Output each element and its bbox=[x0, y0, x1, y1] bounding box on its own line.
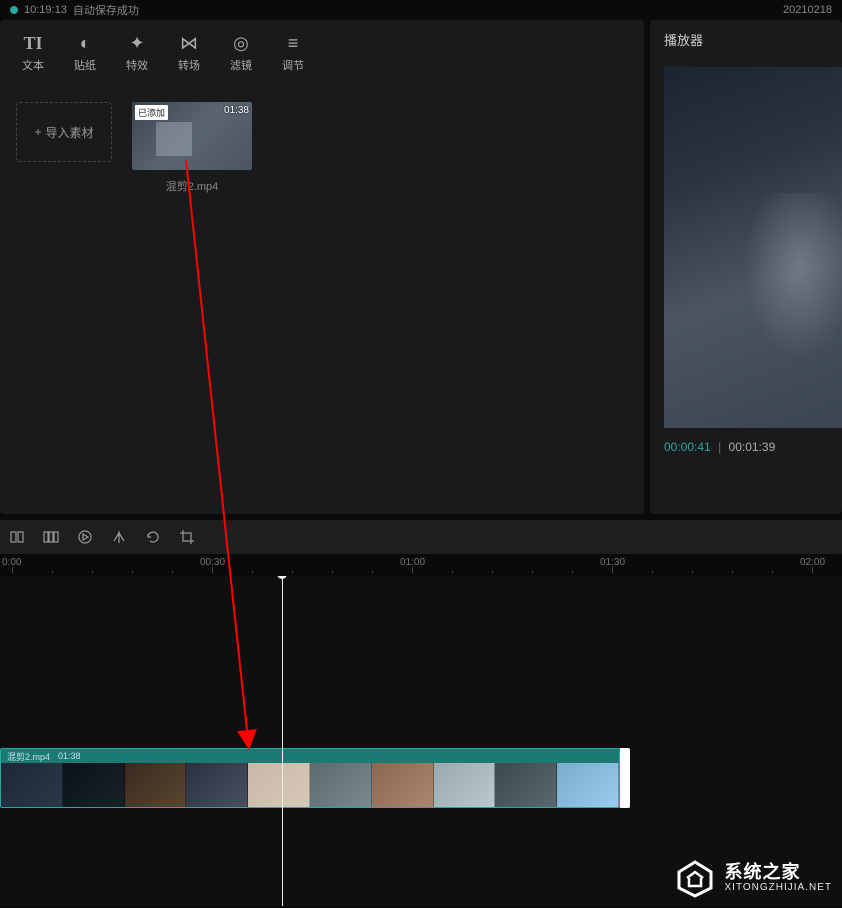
player-title: 播放器 bbox=[650, 20, 842, 59]
crop-tool-icon[interactable] bbox=[178, 528, 196, 546]
import-media-button[interactable]: + 导入素材 bbox=[16, 102, 112, 162]
added-badge: 已添加 bbox=[135, 105, 168, 120]
watermark-sub: XITONGZHIJIA.NET bbox=[725, 882, 833, 893]
tab-label: 转场 bbox=[178, 57, 200, 73]
tab-text[interactable]: TI 文本 bbox=[8, 30, 58, 76]
player-viewport[interactable] bbox=[664, 67, 842, 428]
tab-effect[interactable]: ✦ 特效 bbox=[112, 30, 162, 76]
tab-filter[interactable]: ◎ 滤镜 bbox=[216, 30, 266, 76]
clip-name: 混剪2.mp4 bbox=[7, 750, 50, 763]
timeline-ruler[interactable]: 0:00 00:30 01:00 01:30 02:00 bbox=[0, 554, 842, 576]
split-tool-icon[interactable] bbox=[8, 528, 26, 546]
autosave-indicator-icon bbox=[10, 6, 18, 14]
watermark-logo-icon bbox=[673, 858, 717, 898]
watermark: 系统之家 XITONGZHIJIA.NET bbox=[673, 858, 833, 898]
status-message: 自动保存成功 bbox=[73, 2, 139, 18]
effect-icon: ✦ bbox=[129, 33, 144, 53]
plus-icon: + bbox=[34, 125, 41, 139]
media-filename: 混剪2.mp4 bbox=[166, 178, 219, 194]
clip-header: 混剪2.mp4 01:38 bbox=[1, 749, 619, 763]
total-time: 00:01:39 bbox=[729, 440, 776, 454]
watermark-main: 系统之家 bbox=[725, 863, 833, 883]
status-bar: 10:19:13 自动保存成功 20210218 bbox=[0, 0, 842, 20]
tab-transition[interactable]: ⋈ 转场 bbox=[164, 30, 214, 76]
status-date: 20210218 bbox=[783, 4, 832, 16]
adjust-icon: ≡ bbox=[288, 33, 299, 53]
filter-icon: ◎ bbox=[233, 33, 249, 53]
playhead[interactable] bbox=[282, 576, 283, 906]
clip-duration: 01:38 bbox=[58, 751, 81, 761]
sticker-icon: ◐ bbox=[80, 33, 91, 53]
media-item[interactable]: 已添加 01:38 混剪2.mp4 bbox=[132, 102, 252, 194]
playhead-handle-icon[interactable] bbox=[277, 576, 287, 579]
media-thumbnail: 已添加 01:38 bbox=[132, 102, 252, 170]
tab-sticker[interactable]: ◐ 贴纸 bbox=[60, 30, 110, 76]
timeline-toolbar bbox=[0, 520, 842, 554]
tab-label: 贴纸 bbox=[74, 57, 96, 73]
status-time: 10:19:13 bbox=[24, 4, 67, 16]
clip-end-marker bbox=[620, 748, 630, 808]
player-timecode: 00:00:41 | 00:01:39 bbox=[650, 428, 842, 514]
rotate-tool-icon[interactable] bbox=[144, 528, 162, 546]
video-clip[interactable]: 混剪2.mp4 01:38 bbox=[0, 748, 620, 808]
tab-label: 特效 bbox=[126, 57, 148, 73]
text-icon: TI bbox=[23, 33, 42, 53]
media-panel: TI 文本 ◐ 贴纸 ✦ 特效 ⋈ 转场 ◎ 滤镜 ≡ 调节 bbox=[0, 20, 644, 514]
player-panel: 播放器 00:00:41 | 00:01:39 bbox=[650, 20, 842, 514]
media-duration: 01:38 bbox=[224, 105, 249, 116]
tab-label: 文本 bbox=[22, 57, 44, 73]
import-label: 导入素材 bbox=[46, 124, 94, 141]
transition-icon: ⋈ bbox=[180, 33, 198, 53]
tab-label: 滤镜 bbox=[230, 57, 252, 73]
tool-tabs: TI 文本 ◐ 贴纸 ✦ 特效 ⋈ 转场 ◎ 滤镜 ≡ 调节 bbox=[0, 20, 644, 86]
tab-label: 调节 bbox=[282, 57, 304, 73]
mirror-tool-icon[interactable] bbox=[110, 528, 128, 546]
tab-adjust[interactable]: ≡ 调节 bbox=[268, 30, 318, 76]
clip-frames bbox=[1, 763, 619, 808]
current-time: 00:00:41 bbox=[664, 440, 711, 454]
delete-tool-icon[interactable] bbox=[42, 528, 60, 546]
timeline-tracks[interactable]: 混剪2.mp4 01:38 bbox=[0, 576, 842, 906]
time-separator: | bbox=[718, 440, 721, 454]
speed-tool-icon[interactable] bbox=[76, 528, 94, 546]
